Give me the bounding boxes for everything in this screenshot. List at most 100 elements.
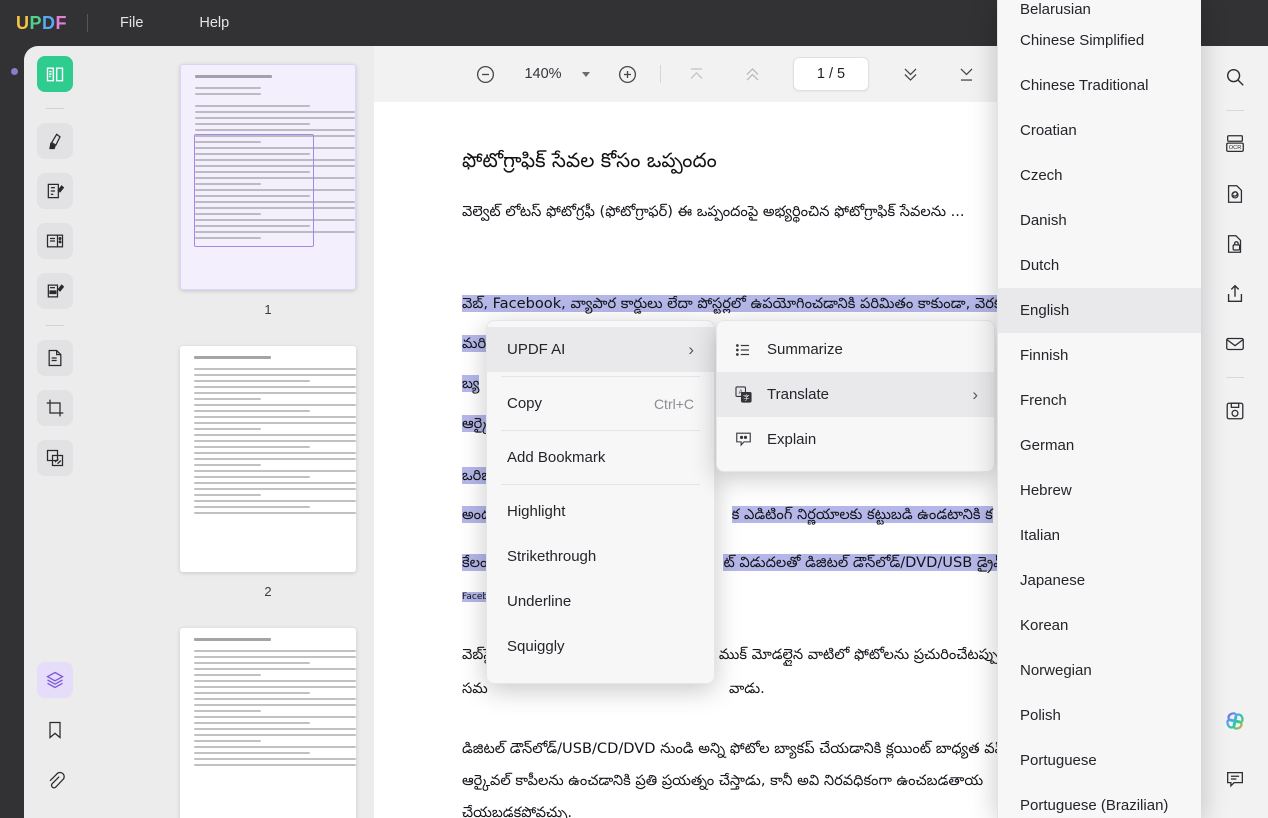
language-item-danish[interactable]: Danish	[998, 198, 1201, 243]
ctx-add-bookmark-label: Add Bookmark	[507, 449, 694, 466]
updf-logo[interactable]: UPDF	[16, 13, 67, 34]
comment-icon[interactable]	[1218, 762, 1252, 796]
bookmark-icon[interactable]	[37, 712, 73, 748]
menu-file[interactable]: File	[106, 9, 157, 37]
chevron-right-icon: ›	[972, 386, 978, 403]
ocr-icon[interactable]: OCR	[1218, 127, 1252, 161]
language-item-portuguese-brazilian[interactable]: Portuguese (Brazilian)	[998, 783, 1201, 818]
language-item-french[interactable]: French	[998, 378, 1201, 423]
share-icon[interactable]	[1218, 277, 1252, 311]
page-organize-icon[interactable]	[37, 223, 73, 259]
selection-text-2: మరి	[462, 335, 486, 352]
zoom-level-value: 140%	[522, 66, 564, 82]
ctx-strikethrough-label: Strikethrough	[507, 548, 694, 565]
submenu-translate-label: Translate	[767, 386, 958, 403]
language-item-polish[interactable]: Polish	[998, 693, 1201, 738]
compare-icon[interactable]	[37, 440, 73, 476]
protect-icon[interactable]	[1218, 227, 1252, 261]
mid-text-d: వాడు.	[729, 680, 765, 697]
submenu-summarize-label: Summarize	[767, 341, 978, 358]
submenu-summarize[interactable]: Summarize	[717, 327, 994, 372]
language-item-norwegian[interactable]: Norwegian	[998, 648, 1201, 693]
language-item-belarusian[interactable]: Belarusian	[998, 0, 1201, 18]
thumbnail-page-3[interactable]	[180, 628, 356, 818]
explain-bubble-icon	[733, 430, 753, 450]
language-item-chinese-traditional[interactable]: Chinese Traditional	[998, 63, 1201, 108]
first-page-button[interactable]	[681, 59, 711, 89]
crop-icon[interactable]	[37, 390, 73, 426]
mid-text-b: ముక్ మోడల్లైన వాటిలో ఫోటోలను ప్రచురించేట…	[719, 646, 999, 663]
language-item-english[interactable]: English	[998, 288, 1201, 333]
status-dot	[11, 68, 18, 75]
edit-pdf-icon[interactable]	[37, 173, 73, 209]
language-item-dutch[interactable]: Dutch	[998, 243, 1201, 288]
save-icon[interactable]	[1218, 394, 1252, 428]
convert-page-icon[interactable]	[37, 340, 73, 376]
ctx-divider-1	[501, 376, 700, 377]
titlebar-divider	[87, 14, 88, 32]
mid-text-c: సమ	[462, 680, 488, 697]
highlighter-icon[interactable]	[37, 123, 73, 159]
updf-ai-submenu[interactable]: Summarize A 字 Translate › Explain	[716, 320, 995, 472]
submenu-translate[interactable]: A 字 Translate ›	[717, 372, 994, 417]
ctx-copy-label: Copy	[507, 395, 654, 412]
translate-language-menu[interactable]: Belarusian Chinese Simplified Chinese Tr…	[997, 0, 1201, 818]
fill-sign-icon[interactable]	[37, 273, 73, 309]
language-item-chinese-simplified[interactable]: Chinese Simplified	[998, 18, 1201, 63]
ctx-copy[interactable]: Copy Ctrl+C	[487, 381, 714, 426]
previous-page-button[interactable]	[737, 59, 767, 89]
language-item-czech[interactable]: Czech	[998, 153, 1201, 198]
logo-letter-d: D	[42, 13, 56, 34]
next-page-button[interactable]	[895, 59, 925, 89]
svg-text:字: 字	[743, 393, 749, 402]
selection-text-7b: ట్ విడుదలతో డిజిటల్ డౌన్‌లోడ్/DVD/USB డ్…	[723, 554, 1038, 571]
language-item-finnish[interactable]: Finnish	[998, 333, 1201, 378]
search-icon[interactable]	[1218, 60, 1252, 94]
tool-rail	[24, 46, 86, 818]
language-item-korean[interactable]: Korean	[998, 603, 1201, 648]
right-rail: OCR	[1201, 46, 1268, 818]
submenu-explain-label: Explain	[767, 431, 978, 448]
ctx-squiggly[interactable]: Squiggly	[487, 624, 714, 669]
ctx-strikethrough[interactable]: Strikethrough	[487, 534, 714, 579]
selection-text-6b: క ఎడిటింగ్ నిర్ణయాలకు కట్టుబడి ఉండటానికి…	[732, 506, 993, 523]
last-page-button[interactable]	[951, 59, 981, 89]
right-rail-divider-1	[1226, 110, 1244, 111]
thumbnail-page-2[interactable]	[180, 346, 356, 572]
email-icon[interactable]	[1218, 327, 1252, 361]
ctx-underline[interactable]: Underline	[487, 579, 714, 624]
ctx-add-bookmark[interactable]: Add Bookmark	[487, 435, 714, 480]
right-rail-divider-2	[1226, 377, 1244, 378]
language-item-italian[interactable]: Italian	[998, 513, 1201, 558]
rail-divider-2	[46, 325, 64, 326]
rail-divider-1	[46, 108, 64, 109]
reader-mode-icon[interactable]	[37, 56, 73, 92]
selection-text-1: వెబ్, Facebook, వ్యాపార కార్డులు లేదా పో…	[462, 295, 1018, 312]
page-indicator[interactable]: 1 / 5	[793, 57, 869, 91]
language-item-portuguese[interactable]: Portuguese	[998, 738, 1201, 783]
logo-letter-u: U	[16, 13, 30, 34]
submenu-explain[interactable]: Explain	[717, 417, 994, 462]
zoom-in-button[interactable]	[612, 59, 642, 89]
updf-ai-icon[interactable]	[1218, 704, 1252, 738]
updf-app-window: UPDF File Help Telugu Contract	[0, 0, 1268, 818]
zoom-out-button[interactable]	[470, 59, 500, 89]
page-thumbnails-panel[interactable]: 1 2	[46, 46, 374, 818]
menu-help[interactable]: Help	[185, 9, 243, 37]
ctx-highlight[interactable]: Highlight	[487, 489, 714, 534]
translate-icon: A 字	[733, 385, 753, 405]
ctx-highlight-label: Highlight	[507, 503, 694, 520]
attachment-icon[interactable]	[37, 762, 73, 798]
layers-icon[interactable]	[37, 662, 73, 698]
ctx-updf-ai[interactable]: UPDF AI ›	[487, 327, 714, 372]
chevron-down-icon[interactable]	[582, 72, 590, 77]
language-item-german[interactable]: German	[998, 423, 1201, 468]
context-menu[interactable]: UPDF AI › Copy Ctrl+C Add Bookmark Highl…	[486, 320, 715, 684]
ctx-copy-shortcut: Ctrl+C	[654, 396, 694, 412]
convert-icon[interactable]	[1218, 177, 1252, 211]
language-item-japanese[interactable]: Japanese	[998, 558, 1201, 603]
language-item-croatian[interactable]: Croatian	[998, 108, 1201, 153]
thumbnail-label-1: 1	[180, 302, 356, 317]
chevron-right-icon: ›	[688, 341, 694, 358]
language-item-hebrew[interactable]: Hebrew	[998, 468, 1201, 513]
